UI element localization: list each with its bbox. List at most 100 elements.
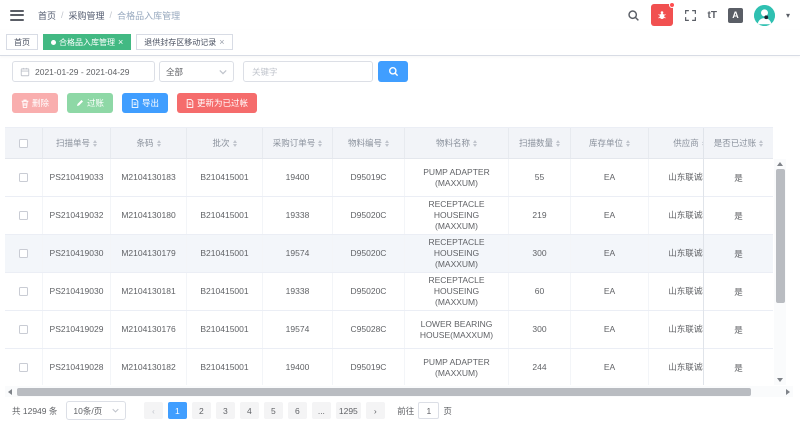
header-batch[interactable]: 批次 [187, 128, 263, 158]
vertical-scrollbar[interactable] [774, 159, 786, 385]
row-checkbox[interactable] [19, 325, 28, 334]
header-select-all [5, 128, 43, 158]
tab-return-sealed-records[interactable]: 退供封存区移动记录 × [136, 34, 232, 50]
cell-scan-no: PS210419032 [43, 197, 111, 234]
prev-page-button[interactable]: ‹ [144, 402, 163, 419]
search-icon[interactable] [627, 9, 640, 22]
cell-material-no: D95019C [333, 349, 405, 385]
tab-home[interactable]: 首页 [6, 34, 38, 50]
row-checkbox[interactable] [19, 173, 28, 182]
header-material-no[interactable]: 物料编号 [333, 128, 405, 158]
scroll-left-arrow-icon[interactable] [8, 389, 12, 395]
close-icon[interactable]: × [118, 38, 123, 47]
page-size-select[interactable]: 10条/页 [66, 401, 126, 420]
cell-stock-unit: EA [571, 349, 649, 385]
row-checkbox[interactable] [19, 211, 28, 220]
update-posted-button[interactable]: 更新为已过帐 [177, 93, 257, 113]
document-icon [186, 99, 194, 108]
search-button[interactable] [378, 61, 408, 82]
row-checkbox[interactable] [19, 363, 28, 372]
avatar[interactable] [754, 5, 775, 26]
error-log-bug-button[interactable] [651, 4, 673, 26]
cell-material-name: PUMP ADAPTER (MAXXUM) [405, 349, 509, 385]
header-po-no[interactable]: 采购订单号 [263, 128, 333, 158]
table-row[interactable]: PS210419030 M2104130179 B210415001 19574… [5, 235, 773, 273]
update-posted-button-label: 更新为已过帐 [197, 97, 248, 109]
sort-caret-icon[interactable] [626, 140, 630, 147]
header-label: 库存单位 [589, 137, 623, 149]
cell-material-no: D95019C [333, 159, 405, 196]
vertical-scrollbar-thumb[interactable] [776, 169, 785, 303]
table-row[interactable]: PS210419028 M2104130182 B210415001 19400… [5, 349, 773, 385]
sort-caret-icon[interactable] [759, 140, 763, 147]
header-stock-unit[interactable]: 库存单位 [571, 128, 649, 158]
page-number-button[interactable]: ... [312, 402, 331, 419]
cell-scan-qty: 60 [509, 273, 571, 310]
header-material-name[interactable]: 物料名称 [405, 128, 509, 158]
goto-page-input[interactable] [418, 402, 439, 419]
fullscreen-icon[interactable] [684, 9, 697, 22]
sort-caret-icon[interactable] [318, 140, 322, 147]
search-icon [388, 66, 399, 77]
page-number-button[interactable]: 1 [168, 402, 187, 419]
cell-scan-no: PS210419030 [43, 273, 111, 310]
row-checkbox-cell [5, 349, 43, 385]
tab-qualified-inbound[interactable]: 合格品入库管理 × [43, 34, 131, 50]
export-button-label: 导出 [142, 97, 159, 109]
row-checkbox[interactable] [19, 249, 28, 258]
header-scan-no[interactable]: 扫描单号 [43, 128, 111, 158]
breadcrumb: 首页 / 采购管理 / 合格品入库管理 [38, 9, 180, 22]
sort-caret-icon[interactable] [473, 140, 477, 147]
delete-button[interactable]: 删除 [12, 93, 58, 113]
page-number-button[interactable]: 1295 [336, 402, 361, 419]
language-icon[interactable]: A [728, 8, 743, 23]
document-icon [131, 99, 139, 108]
table-row[interactable]: PS210419033 M2104130183 B210415001 19400… [5, 159, 773, 197]
post-button[interactable]: 过账 [67, 93, 113, 113]
table-row[interactable]: PS210419030 M2104130181 B210415001 19338… [5, 273, 773, 311]
scroll-right-arrow-icon[interactable] [786, 389, 790, 395]
page-number-button[interactable]: 2 [192, 402, 211, 419]
cell-po-no: 19400 [263, 159, 333, 196]
breadcrumb-separator: / [61, 10, 64, 20]
sort-caret-icon[interactable] [233, 140, 237, 147]
breadcrumb-item-purchase[interactable]: 采购管理 [69, 9, 105, 22]
total-count-label: 共 12949 条 [12, 405, 57, 417]
date-range-picker[interactable]: 2021-01-29 - 2021-04-29 [12, 61, 155, 82]
next-page-button[interactable]: › [366, 402, 385, 419]
page-number-button[interactable]: 4 [240, 402, 259, 419]
header-scan-qty[interactable]: 扫描数量 [509, 128, 571, 158]
sort-caret-icon[interactable] [93, 140, 97, 147]
close-icon[interactable]: × [219, 38, 224, 47]
category-select[interactable]: 全部 [159, 61, 234, 82]
table-row[interactable]: PS210419032 M2104130180 B210415001 19338… [5, 197, 773, 235]
header-is-posted[interactable]: 是否已过账 [704, 128, 773, 159]
horizontal-scrollbar-thumb[interactable] [17, 388, 751, 396]
sort-caret-icon[interactable] [385, 140, 389, 147]
font-size-icon[interactable]: tT [708, 10, 717, 21]
page-number-button[interactable]: 6 [288, 402, 307, 419]
table-row[interactable]: PS210419029 M2104130176 B210415001 19574… [5, 311, 773, 349]
select-all-checkbox[interactable] [19, 139, 28, 148]
tab-label: 合格品入库管理 [59, 37, 115, 48]
page-number-button[interactable]: 3 [216, 402, 235, 419]
chevron-down-icon[interactable]: ▾ [786, 11, 790, 20]
scroll-up-arrow-icon[interactable] [777, 162, 783, 166]
scroll-down-arrow-icon[interactable] [777, 378, 783, 382]
row-checkbox[interactable] [19, 287, 28, 296]
page-number-button[interactable]: 5 [264, 402, 283, 419]
goto-label: 前往 [397, 405, 414, 417]
cell-scan-qty: 219 [509, 197, 571, 234]
hamburger-icon[interactable] [10, 10, 24, 21]
sort-caret-icon[interactable] [157, 140, 161, 147]
sort-caret-icon[interactable] [556, 140, 560, 147]
cell-barcode: M2104130176 [111, 311, 187, 348]
cell-scan-qty: 244 [509, 349, 571, 385]
header-barcode[interactable]: 条码 [111, 128, 187, 158]
horizontal-scrollbar[interactable] [5, 386, 793, 397]
keyword-input[interactable] [243, 61, 373, 82]
breadcrumb-item-home[interactable]: 首页 [38, 9, 56, 22]
export-button[interactable]: 导出 [122, 93, 168, 113]
cell-scan-no: PS210419033 [43, 159, 111, 196]
tab-label: 首页 [14, 37, 30, 48]
